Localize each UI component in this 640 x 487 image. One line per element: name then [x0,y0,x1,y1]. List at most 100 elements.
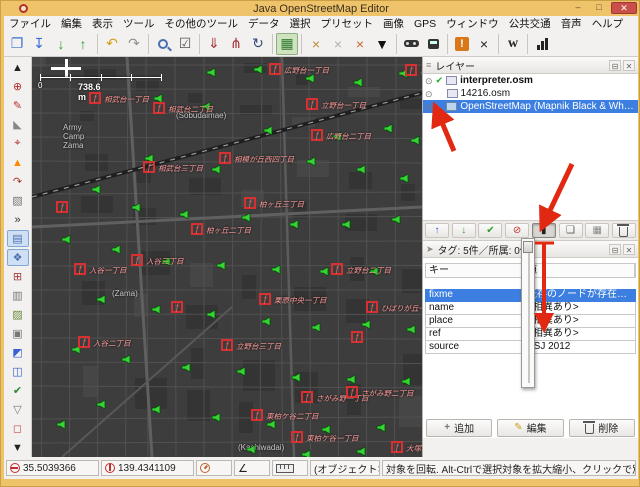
audio-marker-icon[interactable] [153,90,164,99]
save-icon[interactable]: ↧ [28,33,50,55]
audio-marker-icon[interactable] [111,241,122,250]
more-tools[interactable]: » [7,211,29,228]
menu-item[interactable]: 表示 [87,16,118,31]
audio-marker-icon[interactable] [321,421,332,430]
edit-tag-button[interactable]: ✎編集 [497,419,563,437]
osm-data-toggle[interactable]: ▨ [7,306,29,323]
audio-marker-icon[interactable] [341,216,352,225]
audio-marker-icon[interactable] [319,263,330,272]
audio-marker-icon[interactable] [151,301,162,310]
minimize-button[interactable]: – [569,2,587,14]
gpx-tool[interactable]: ↷ [7,173,29,190]
audio-marker-icon[interactable] [410,132,421,141]
tool-axe1-icon[interactable]: × [305,33,327,55]
map-canvas[interactable]: 0 738.6 m ArmyCampZama(Zama)(Sobudaimae)… [32,57,422,457]
upload-icon[interactable]: ↑ [72,33,94,55]
warning-icon[interactable]: ! [451,33,473,55]
undo-icon[interactable]: ↶ [101,33,123,55]
place-node-marker[interactable]: ƒ柏ヶ丘二丁目 [191,223,203,235]
move-layer-up-button[interactable]: ↑ [425,223,449,238]
tool-axe2-icon[interactable]: × [327,33,349,55]
audio-marker-icon[interactable] [399,170,410,179]
place-node-marker[interactable]: ƒさがみ野一丁目 [301,391,313,403]
update-data-icon[interactable]: ↻ [247,33,269,55]
place-node-marker[interactable]: ƒ立野台一丁目 [306,98,318,110]
download-along-icon[interactable]: ⇓ [203,33,225,55]
audio-marker-icon[interactable] [271,261,282,270]
map-paint-toggle[interactable]: ◫ [7,363,29,380]
scroll-up-icon[interactable]: ▲ [7,59,29,76]
place-node-marker[interactable]: ƒ立野台三丁目 [221,339,233,351]
audio-marker-icon[interactable] [91,181,102,190]
place-node-marker[interactable]: ƒ相模が丘西四丁目 [219,152,231,164]
place-node-marker[interactable]: ƒ広野台二丁目 [311,129,323,141]
audio-marker-icon[interactable] [96,396,107,405]
pointer-down-icon[interactable]: ▼ [371,33,393,55]
place-node-marker[interactable]: ƒ相模が丘六丁目 [405,64,417,76]
place-node-marker[interactable]: ƒ入谷三丁目 [131,254,143,266]
audio-marker-icon[interactable] [144,150,155,159]
flame-tool[interactable]: ▲ [7,154,29,171]
search-icon[interactable] [152,33,174,55]
changeset-toggle[interactable]: ◻ [7,420,29,437]
audio-marker-icon[interactable] [383,120,394,129]
layer-row[interactable]: ⊙14216.osm [423,87,638,100]
delete-icon[interactable]: × [473,33,495,55]
imagery-icon[interactable]: ▦ [276,33,298,55]
validator-toggle[interactable]: ✔ [7,382,29,399]
audio-marker-icon[interactable] [356,161,367,170]
slider-thumb[interactable] [523,241,533,253]
audio-marker-icon[interactable] [216,257,227,266]
draw-way-tool[interactable]: ✎ [7,97,29,114]
menu-item[interactable]: ウィンドウ [441,16,504,31]
audio-marker-icon[interactable] [346,371,357,380]
selection-list-toggle[interactable]: ▥ [7,287,29,304]
delete-layer-button[interactable] [612,223,636,238]
place-node-marker[interactable]: ƒ [171,301,183,313]
place-node-marker[interactable]: ƒ [56,201,68,213]
audio-marker-icon[interactable] [121,351,132,360]
measure-tool[interactable]: ◣ [7,116,29,133]
move-layer-down-button[interactable]: ↓ [452,223,476,238]
menu-item[interactable]: GPS [409,18,441,30]
menu-item[interactable]: プリセット [316,16,379,31]
audio-marker-icon[interactable] [353,74,364,83]
menu-item[interactable]: ファイル [4,16,56,31]
place-node-marker[interactable]: ƒ柏ヶ丘三丁目 [244,197,256,209]
opacity-slider[interactable] [521,238,535,388]
place-node-marker[interactable]: ƒ大塚本町 [391,441,403,453]
audio-marker-icon[interactable] [291,369,302,378]
extrude-tool[interactable]: ▧ [7,192,29,209]
wikipedia-icon[interactable]: w [502,33,524,55]
eye-icon[interactable]: ⊙ [425,102,433,112]
histogram-icon[interactable] [531,33,553,55]
audio-marker-icon[interactable] [56,416,67,425]
menu-item[interactable]: 画像 [378,16,409,31]
layer-opacity-button[interactable]: ▮ [532,223,556,238]
relation-list-toggle[interactable]: ⊞ [7,268,29,285]
menu-item[interactable]: ヘルプ [587,16,629,31]
transit-icon[interactable] [422,33,444,55]
activate-layer-button[interactable]: ✔ [478,223,502,238]
audio-marker-icon[interactable] [391,211,402,220]
dock-icon[interactable]: ⊟ [609,244,621,255]
place-node-marker[interactable]: ƒ立野台二丁目 [331,263,343,275]
tool-axe3-icon[interactable]: × [349,33,371,55]
maximize-button[interactable]: □ [590,2,608,14]
audio-marker-icon[interactable] [61,231,72,240]
layer-row[interactable]: ⊙OpenStreetMap (Mapnik Black & White) [423,100,638,113]
audio-marker-icon[interactable] [206,306,217,315]
place-node-marker[interactable]: ƒひばりが丘一丁目 [366,301,378,313]
photo-layer-toggle[interactable]: ▣ [7,325,29,342]
audio-marker-icon[interactable] [253,61,264,70]
place-node-marker[interactable]: ƒ相武台三丁目 [143,161,155,173]
layer-row[interactable]: ⊙✔interpreter.osm [423,74,638,87]
place-node-marker[interactable]: ƒ栗原中央一丁目 [259,293,271,305]
tags-panel-toggle[interactable]: ❖ [7,249,29,266]
audio-marker-icon[interactable] [206,64,217,73]
close-panel-icon[interactable]: ✕ [623,60,635,71]
audio-marker-icon[interactable] [289,216,300,225]
audio-marker-icon[interactable] [241,209,252,218]
filter-toggle[interactable]: ▽ [7,401,29,418]
open-icon[interactable]: ❐ [6,33,28,55]
